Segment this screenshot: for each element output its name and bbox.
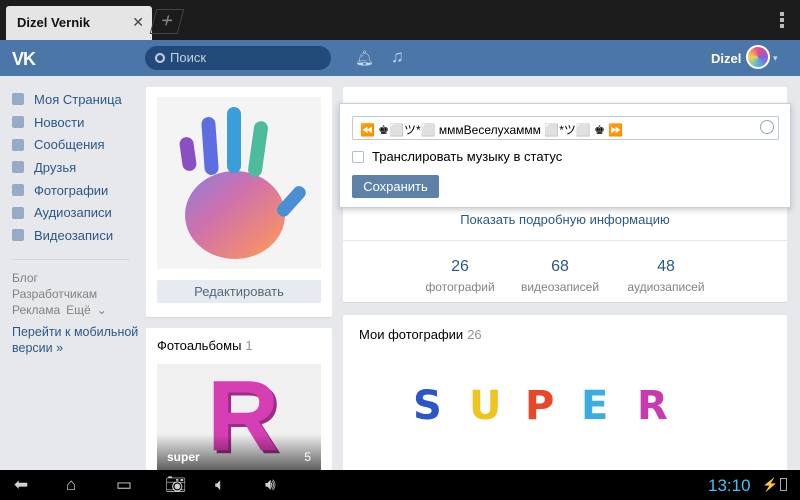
status-text: ⏪ ♚⬜ツ*⬜ ᴍᴍᴍВеселухаᴍᴍᴍ ⬜*ツ⬜ ♚ ⏩ xyxy=(360,123,624,137)
videos-counter[interactable]: 68 видеозаписей xyxy=(505,258,615,294)
system-navigation-bar: ⬅ ⌂ ▭ 📷︎ 🔈︎ 🔊︎ 13:10 ⚡ xyxy=(0,470,800,500)
tab-close-icon[interactable]: ✕ xyxy=(132,14,144,31)
photo-letter: P xyxy=(525,383,555,429)
sidebar-item-video[interactable]: Видеозаписи xyxy=(12,224,142,247)
music-icon xyxy=(12,206,24,219)
broadcast-music-label: Транслировать музыку в статус xyxy=(372,149,563,164)
my-photos-card: Мои фотографии 26 S U P E R xyxy=(343,315,787,475)
sidebar-item-messages[interactable]: Сообщения xyxy=(12,133,142,156)
search-input[interactable]: Поиск xyxy=(145,46,331,70)
status-edit-popup: ⏪ ♚⬜ツ*⬜ ᴍᴍᴍВеселухаᴍᴍᴍ ⬜*ツ⬜ ♚ ⏩ Транслир… xyxy=(339,103,791,208)
photo-letter: U xyxy=(469,383,502,429)
albums-title[interactable]: Фотоальбомы 1 xyxy=(157,338,253,353)
volume-up-icon[interactable]: 🔊︎ xyxy=(265,475,276,495)
music-note-icon[interactable]: ♫ xyxy=(391,47,404,67)
sidebar: Моя Страница Новости Сообщения Друзья Фо… xyxy=(12,88,142,356)
battery-icon xyxy=(780,478,787,491)
sidebar-item-my-page[interactable]: Моя Страница xyxy=(12,88,142,111)
new-tab-button[interactable]: + xyxy=(149,9,185,34)
avatar[interactable] xyxy=(746,45,770,69)
signal-icon: ⚡ xyxy=(762,477,779,492)
album-thumbnail[interactable]: R super 5 xyxy=(157,364,321,470)
video-icon xyxy=(12,229,24,242)
audio-counter[interactable]: 48 аудиозаписей xyxy=(611,258,721,294)
bell-icon[interactable]: 🔔︎ xyxy=(355,49,374,67)
camera-icon xyxy=(12,184,24,197)
vk-header: VK Поиск 🔔︎ ♫ Dizel ▾ xyxy=(0,40,800,76)
photo-letter: E xyxy=(581,383,609,429)
photos-count: 26 xyxy=(467,327,482,342)
vk-logo[interactable]: VK xyxy=(12,49,36,70)
footer-links: Реклама Ещё ⌄ xyxy=(12,302,142,318)
status-input[interactable]: ⏪ ♚⬜ツ*⬜ ᴍᴍᴍВеселухаᴍᴍᴍ ⬜*ツ⬜ ♚ ⏩ xyxy=(352,116,779,140)
album-photo-count: 5 xyxy=(304,450,311,464)
developers-link[interactable]: Разработчикам xyxy=(12,286,142,302)
search-icon xyxy=(155,53,165,63)
chevron-down-icon[interactable]: ▾ xyxy=(773,53,778,64)
sidebar-item-friends[interactable]: Друзья xyxy=(12,156,142,179)
photo-letter: R xyxy=(637,383,668,429)
search-placeholder: Поиск xyxy=(170,50,207,65)
photo-albums-card: Фотоальбомы 1 R super 5 xyxy=(146,328,332,470)
browser-tab-strip: Dizel Vernik ✕ + xyxy=(0,0,800,40)
username[interactable]: Dizel xyxy=(711,51,741,66)
home-icon xyxy=(12,93,24,106)
show-details-link[interactable]: Показать подробную информацию xyxy=(343,212,787,227)
sidebar-item-photos[interactable]: Фотографии xyxy=(12,179,142,202)
volume-down-icon[interactable]: 🔈︎ xyxy=(215,475,225,495)
photo-preview[interactable]: S U P E R xyxy=(413,383,693,429)
tab-title: Dizel Vernik xyxy=(17,15,90,30)
browser-menu-icon[interactable] xyxy=(780,12,784,30)
messages-icon xyxy=(12,138,24,151)
broadcast-music-option[interactable]: Транслировать музыку в статус xyxy=(352,149,562,164)
friends-icon xyxy=(12,161,24,174)
photos-counter[interactable]: 26 фотографий xyxy=(405,258,515,294)
home-button-icon[interactable]: ⌂ xyxy=(66,475,76,495)
sidebar-item-news[interactable]: Новости xyxy=(12,111,142,134)
info-divider xyxy=(343,240,787,241)
recent-apps-icon[interactable]: ▭ xyxy=(116,475,132,495)
photos-title[interactable]: Мои фотографии 26 xyxy=(359,327,482,342)
photo-letter: S xyxy=(413,383,442,429)
system-clock: 13:10 xyxy=(708,476,751,495)
profile-photo[interactable] xyxy=(157,97,321,269)
mobile-version-link[interactable]: Перейти к мобильной версии » xyxy=(12,324,142,356)
browser-tab[interactable]: Dizel Vernik ✕ xyxy=(6,6,152,40)
screenshot-camera-icon[interactable]: 📷︎ xyxy=(165,475,187,495)
news-icon xyxy=(12,116,24,129)
back-icon[interactable]: ⬅ xyxy=(14,475,28,495)
broadcast-music-checkbox[interactable] xyxy=(352,150,364,163)
save-status-button[interactable]: Сохранить xyxy=(352,175,439,198)
edit-profile-button[interactable]: Редактировать xyxy=(157,280,321,303)
more-link[interactable]: Ещё xyxy=(66,303,91,317)
emoji-icon[interactable] xyxy=(760,120,774,134)
blog-link[interactable]: Блог xyxy=(12,270,142,286)
albums-count: 1 xyxy=(245,338,253,353)
profile-photo-card: Редактировать xyxy=(146,87,332,317)
sidebar-item-audio[interactable]: Аудиозаписи xyxy=(12,201,142,224)
ads-link[interactable]: Реклама xyxy=(12,303,60,317)
chevron-down-icon: ⌄ xyxy=(96,302,107,317)
sidebar-divider xyxy=(12,258,130,260)
album-name: super xyxy=(167,450,200,464)
